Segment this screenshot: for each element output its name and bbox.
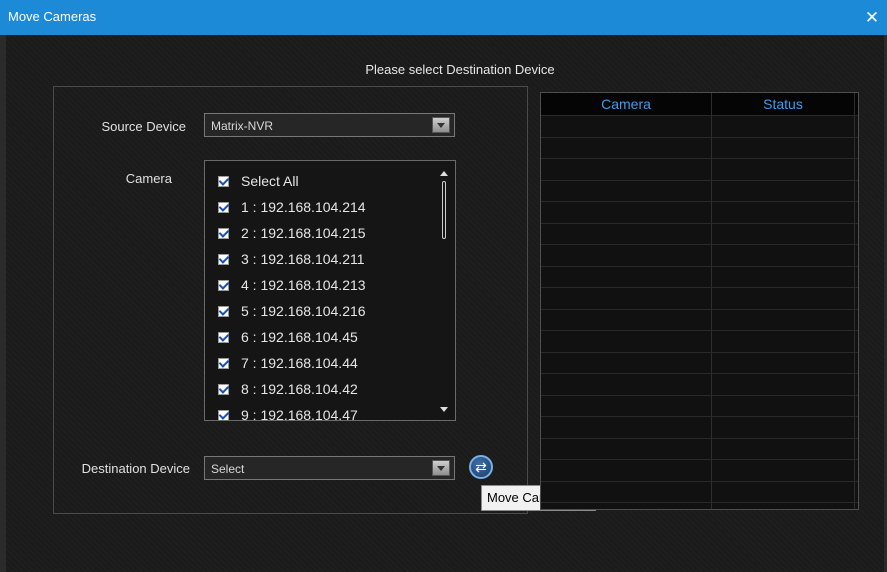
- chevron-down-icon[interactable]: [432, 117, 450, 133]
- scrollbar-thumb[interactable]: [442, 181, 446, 239]
- source-device-value: Matrix-NVR: [211, 119, 273, 133]
- camera-label: Camera: [125, 171, 172, 186]
- table-header: Camera Status: [541, 93, 858, 115]
- checkbox[interactable]: [218, 331, 229, 343]
- table-row-divider: [541, 373, 858, 374]
- table-row-divider: [541, 137, 858, 138]
- list-item[interactable]: 9 : 192.168.104.47: [218, 404, 358, 420]
- table-row-divider: [541, 330, 858, 331]
- table-row-divider: [541, 352, 858, 353]
- list-item[interactable]: 3 : 192.168.104.211: [218, 248, 365, 270]
- list-item-select-all[interactable]: Select All: [218, 170, 299, 192]
- chevron-down-icon[interactable]: [432, 460, 450, 476]
- table-row-divider: [541, 287, 858, 288]
- scrollbar[interactable]: [435, 161, 455, 420]
- checkbox[interactable]: [218, 383, 229, 395]
- table-row-divider: [541, 502, 858, 503]
- checkbox[interactable]: [218, 279, 229, 291]
- table-row-divider: [541, 395, 858, 396]
- destination-device-label: Destination Device: [81, 461, 190, 476]
- list-item[interactable]: 1 : 192.168.104.214: [218, 196, 366, 218]
- title-bar: Move Cameras ✕: [0, 0, 887, 35]
- source-device-label: Source Device: [101, 119, 186, 134]
- table-row-divider: [541, 223, 858, 224]
- table-row-divider: [541, 309, 858, 310]
- table-row-divider: [541, 416, 858, 417]
- table-row-divider: [541, 438, 858, 439]
- table-row-divider: [541, 244, 858, 245]
- table-row-divider: [541, 481, 858, 482]
- checkbox[interactable]: [218, 201, 229, 213]
- source-device-dropdown[interactable]: Matrix-NVR: [204, 113, 455, 137]
- destination-device-dropdown[interactable]: Select: [204, 456, 455, 480]
- window-title: Move Cameras: [8, 9, 97, 24]
- close-icon[interactable]: ✕: [857, 0, 887, 35]
- table-row-divider: [541, 459, 858, 460]
- list-item[interactable]: 5 : 192.168.104.216: [218, 300, 366, 322]
- list-item[interactable]: 4 : 192.168.104.213: [218, 274, 366, 296]
- page-heading: Please select Destination Device: [365, 62, 555, 77]
- column-divider: [711, 93, 712, 509]
- camera-status-table: Camera Status: [540, 92, 859, 510]
- camera-list[interactable]: Select All 1 : 192.168.104.214 2 : 192.1…: [204, 160, 456, 421]
- destination-device-value: Select: [211, 462, 245, 476]
- checkbox[interactable]: [218, 305, 229, 317]
- table-row-divider: [541, 266, 858, 267]
- scroll-up-icon[interactable]: [440, 171, 448, 176]
- move-arrows-icon: ⇄: [475, 459, 487, 475]
- checkbox[interactable]: [218, 175, 229, 187]
- column-divider: [854, 93, 855, 509]
- column-header-status[interactable]: Status: [712, 96, 854, 112]
- table-row-divider: [541, 180, 858, 181]
- table-row-divider: [541, 201, 858, 202]
- list-item[interactable]: 6 : 192.168.104.45: [218, 326, 358, 348]
- table-row-divider: [541, 158, 858, 159]
- list-item[interactable]: 7 : 192.168.104.44: [218, 352, 358, 374]
- table-row-divider: [541, 115, 858, 116]
- list-item[interactable]: 2 : 192.168.104.215: [218, 222, 366, 244]
- list-item[interactable]: 8 : 192.168.104.42: [218, 378, 358, 400]
- checkbox[interactable]: [218, 409, 229, 420]
- checkbox[interactable]: [218, 357, 229, 369]
- column-header-camera[interactable]: Camera: [541, 96, 711, 112]
- move-cameras-button[interactable]: ⇄: [469, 455, 493, 479]
- checkbox[interactable]: [218, 227, 229, 239]
- scroll-down-icon[interactable]: [440, 407, 448, 412]
- checkbox[interactable]: [218, 253, 229, 265]
